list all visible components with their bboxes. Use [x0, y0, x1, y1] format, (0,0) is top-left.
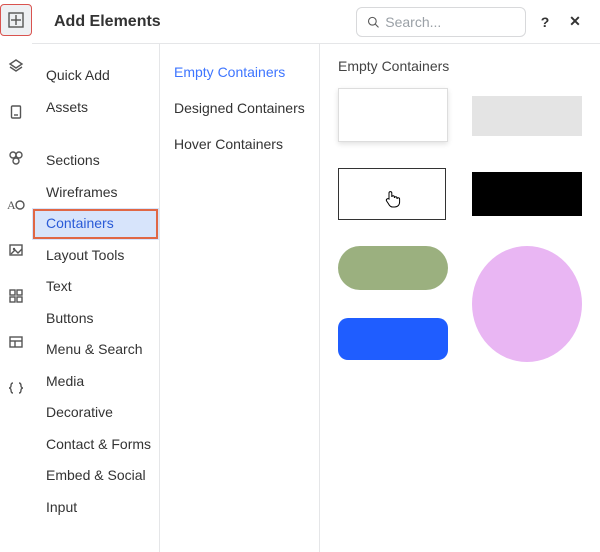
container-green-pill[interactable]	[338, 246, 448, 290]
pages-tool-icon[interactable]	[0, 96, 32, 128]
container-purple-circle	[472, 246, 582, 362]
container-outline-box[interactable]	[338, 168, 446, 220]
container-blue-rounded[interactable]	[338, 318, 448, 360]
subcategory-item[interactable]: Hover Containers	[160, 126, 319, 162]
category-item[interactable]: Assets	[32, 92, 159, 124]
container-plain-box[interactable]	[338, 88, 448, 142]
svg-text:A: A	[7, 198, 16, 212]
search-field[interactable]	[356, 7, 526, 37]
search-input[interactable]	[385, 14, 515, 30]
cms-tool-icon[interactable]	[0, 326, 32, 358]
theme-tool-icon[interactable]: A	[0, 188, 32, 220]
code-tool-icon[interactable]	[0, 372, 32, 404]
categories-column: Quick AddAssets SectionsWireframesContai…	[32, 44, 160, 552]
preview-pane: Empty Containers	[320, 44, 600, 552]
category-item[interactable]: Containers	[32, 208, 159, 240]
category-item[interactable]: Contact & Forms	[32, 429, 159, 461]
category-item[interactable]: Blog	[32, 545, 159, 552]
site-styles-tool-icon[interactable]	[0, 142, 32, 174]
container-grey-box[interactable]	[472, 96, 582, 136]
category-item[interactable]: Media	[32, 366, 159, 398]
left-toolstrip: A	[0, 0, 32, 552]
category-item[interactable]: Buttons	[32, 303, 159, 335]
container-black-box[interactable]	[472, 172, 582, 216]
category-item[interactable]: Text	[32, 271, 159, 303]
subcategory-item[interactable]: Empty Containers	[160, 54, 319, 90]
add-elements-tool-icon[interactable]	[0, 4, 32, 36]
subcategories-column: Empty ContainersDesigned ContainersHover…	[160, 44, 320, 552]
category-item[interactable]: Menu & Search	[32, 334, 159, 366]
close-icon[interactable]: ✕	[564, 11, 586, 33]
category-item[interactable]: Embed & Social	[32, 460, 159, 492]
category-item[interactable]: Input	[32, 492, 159, 524]
search-icon	[367, 15, 379, 29]
category-item[interactable]: Wireframes	[32, 177, 159, 209]
layers-tool-icon[interactable]	[0, 50, 32, 82]
category-item[interactable]: Layout Tools	[32, 240, 159, 272]
apps-tool-icon[interactable]	[0, 280, 32, 312]
category-item[interactable]: Decorative	[32, 397, 159, 429]
panel-title: Add Elements	[54, 13, 161, 31]
container-circle-cell[interactable]	[472, 246, 582, 362]
panel-header: Add Elements ? ✕	[32, 0, 600, 44]
cursor-hand-icon	[383, 189, 401, 209]
category-item[interactable]: Sections	[32, 145, 159, 177]
help-icon[interactable]: ?	[534, 11, 556, 33]
media-tool-icon[interactable]	[0, 234, 32, 266]
category-item[interactable]: Quick Add	[32, 60, 159, 92]
subcategory-item[interactable]: Designed Containers	[160, 90, 319, 126]
preview-title: Empty Containers	[338, 58, 582, 74]
